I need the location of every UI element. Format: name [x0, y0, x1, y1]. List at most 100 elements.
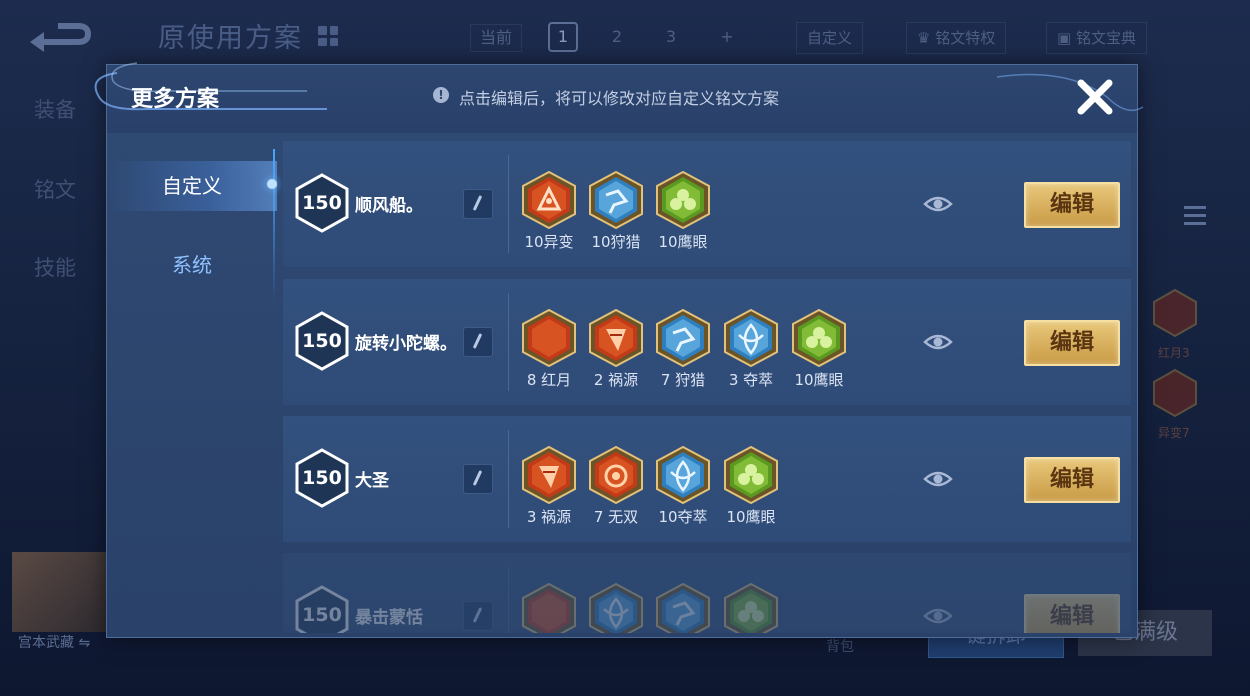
rune-count-label: 3 夺萃	[728, 371, 774, 389]
bg-rune-label-2: 异变7	[1158, 426, 1190, 440]
edit-button[interactable]: 编辑	[1024, 457, 1120, 503]
green-hawkeye-rune-icon	[724, 446, 778, 504]
divider	[508, 293, 509, 391]
back-arrow-icon[interactable]	[28, 20, 92, 54]
swap-icon: ⇋	[78, 635, 91, 651]
level-badge: 150	[295, 585, 349, 633]
menu-icon[interactable]	[1184, 206, 1206, 230]
level-value: 150	[302, 467, 342, 489]
current-label: 当前	[470, 24, 522, 52]
rune-count-label: 8 红月	[526, 371, 572, 389]
scheme-name: 旋转小陀螺。	[355, 334, 457, 354]
red-moon-rune-icon	[522, 309, 576, 367]
tab-system[interactable]: 系统	[107, 240, 277, 290]
rune-count-label: 3 祸源	[526, 508, 572, 526]
level-value: 150	[302, 604, 342, 626]
modal-header: 更多方案 ! 点击编辑后，将可以修改对应自定义铭文方案	[94, 62, 1144, 133]
rune-count-label: 10鹰眼	[794, 371, 844, 389]
red-moon-rune-icon	[522, 583, 576, 633]
divider	[508, 155, 509, 253]
rune-slot[interactable]: 10鹰眼	[723, 446, 779, 526]
scheme-tabs: 自定义 系统	[107, 141, 277, 631]
rune-count-label: 7 无双	[593, 508, 639, 526]
scheme-card[interactable]: 150 大圣 3 祸源 7 无双 10夺萃 10鹰眼 编辑	[283, 416, 1131, 542]
red-peerless-rune-icon	[589, 446, 643, 504]
side-menu-runes[interactable]: 铭文	[34, 174, 76, 204]
rune-slot[interactable]: 2 祸源	[588, 309, 644, 389]
rune-count-label: 2 祸源	[593, 371, 639, 389]
red-calamity-rune-icon	[589, 309, 643, 367]
rune-slot[interactable]	[655, 583, 711, 633]
rune-slot[interactable]: 10夺萃	[655, 446, 711, 526]
tab-indicator-line	[273, 149, 275, 303]
book-icon: ▣	[1057, 29, 1076, 47]
red-mutation-rune-icon	[1153, 368, 1197, 418]
rename-button[interactable]	[463, 464, 493, 494]
scheme-name: 顺风船。	[355, 196, 423, 216]
red-mutation-rune-icon	[522, 171, 576, 229]
scheme-card[interactable]: 150 顺风船。 10异变 10狩猎 10鹰眼 编辑	[283, 141, 1131, 267]
blue-hunt-rune-icon	[656, 583, 710, 633]
green-hawkeye-rune-icon	[656, 171, 710, 229]
rune-count-label: 10狩猎	[591, 233, 641, 251]
grid-icon[interactable]	[318, 26, 338, 46]
green-hawkeye-rune-icon	[724, 583, 778, 633]
red-moon-rune-icon	[1153, 288, 1197, 338]
scheme-list[interactable]: 150 顺风船。 10异变 10狩猎 10鹰眼 编辑 150 旋转小陀螺。 8 红月 2 祸源 7 …	[283, 141, 1131, 633]
level-badge: 150	[295, 311, 349, 371]
slot-1[interactable]: 1	[548, 22, 578, 52]
eye-icon[interactable]	[923, 191, 953, 217]
edit-button[interactable]: 编辑	[1024, 182, 1120, 228]
rune-slot[interactable]: 7 无双	[588, 446, 644, 526]
rune-slot[interactable]: 10鹰眼	[791, 309, 847, 389]
rune-slot[interactable]: 10鹰眼	[655, 171, 711, 251]
slot-3[interactable]: 3	[656, 22, 686, 52]
eye-icon[interactable]	[923, 466, 953, 492]
rename-button[interactable]	[463, 601, 493, 631]
edit-button[interactable]: 编辑	[1024, 594, 1120, 633]
crown-icon: ♛	[917, 29, 936, 47]
rune-slot[interactable]: 10狩猎	[588, 171, 644, 251]
hero-name: 宫本武藏 ⇋	[18, 635, 91, 651]
info-icon: !	[433, 87, 449, 103]
rune-slot[interactable]: 8 红月	[521, 309, 577, 389]
hint-text: 点击编辑后，将可以修改对应自定义铭文方案	[459, 89, 780, 108]
edit-button[interactable]: 编辑	[1024, 320, 1120, 366]
eye-icon[interactable]	[923, 329, 953, 355]
blue-hunt-rune-icon	[589, 171, 643, 229]
side-menu-skills[interactable]: 技能	[34, 252, 76, 282]
privilege-tab[interactable]: ♛ 铭文特权	[906, 22, 1007, 54]
hero-portrait[interactable]	[12, 552, 106, 632]
privilege-label: 铭文特权	[935, 29, 996, 47]
level-badge: 150	[295, 173, 349, 233]
blue-plunder-rune-icon	[589, 583, 643, 633]
rune-slot[interactable]: 7 狩猎	[655, 309, 711, 389]
eye-icon[interactable]	[923, 603, 953, 629]
rune-slot[interactable]: 3 祸源	[521, 446, 577, 526]
slot-2[interactable]: 2	[602, 22, 632, 52]
rune-count-label: 10异变	[524, 233, 574, 251]
rename-button[interactable]	[463, 327, 493, 357]
rune-slot[interactable]	[521, 583, 577, 633]
scheme-card[interactable]: 150 旋转小陀螺。 8 红月 2 祸源 7 狩猎 3 夺萃 10鹰眼 编辑	[283, 279, 1131, 405]
level-badge: 150	[295, 448, 349, 508]
scheme-name: 大圣	[355, 471, 389, 491]
blue-hunt-rune-icon	[656, 309, 710, 367]
rune-slot[interactable]: 10异变	[521, 171, 577, 251]
slot-add[interactable]: +	[712, 22, 742, 52]
red-calamity-rune-icon	[522, 446, 576, 504]
close-icon[interactable]	[1073, 75, 1117, 119]
corner-swirl-decoration	[996, 73, 1144, 112]
scheme-name: 暴击蒙恬	[355, 608, 423, 628]
blue-plunder-rune-icon	[656, 446, 710, 504]
side-menu-equipment[interactable]: 装备	[34, 94, 76, 124]
custom-tab[interactable]: 自定义	[796, 22, 864, 54]
rune-slot[interactable]	[723, 583, 779, 633]
codex-tab[interactable]: ▣ 铭文宝典	[1046, 22, 1147, 54]
rename-button[interactable]	[463, 189, 493, 219]
rune-slot[interactable]: 3 夺萃	[723, 309, 779, 389]
scheme-card[interactable]: 150 暴击蒙恬 编辑	[283, 553, 1131, 633]
rune-slot[interactable]	[588, 583, 644, 633]
rune-count-label: 10鹰眼	[726, 508, 776, 526]
tab-custom[interactable]: 自定义	[107, 161, 277, 211]
